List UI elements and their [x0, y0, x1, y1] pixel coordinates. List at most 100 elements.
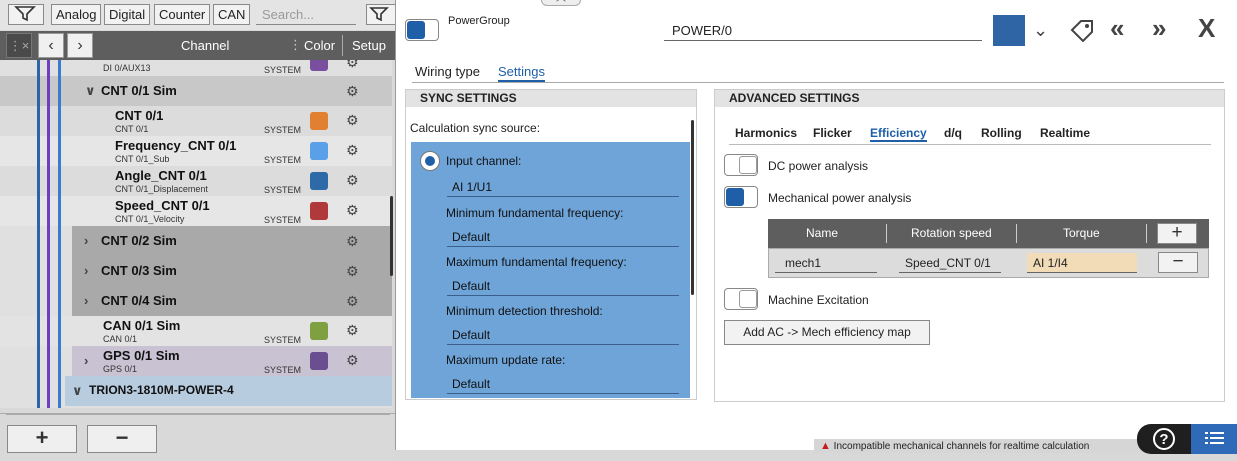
gear-icon[interactable]: ⚙ — [346, 112, 359, 129]
gear-icon[interactable]: ⚙ — [346, 83, 359, 100]
gear-icon[interactable]: ⚙ — [346, 352, 359, 369]
gear-icon[interactable]: ⚙ — [346, 60, 359, 71]
color-swatch[interactable] — [310, 60, 328, 71]
select-mode-button[interactable]: ⋮× — [6, 33, 32, 58]
remove-row-button[interactable]: − — [1158, 252, 1198, 273]
menu-button[interactable] — [1191, 424, 1237, 454]
gear-icon[interactable]: ⚙ — [346, 172, 359, 189]
filter-can-button[interactable]: CAN — [213, 4, 251, 25]
add-row-button[interactable]: + — [1157, 223, 1197, 244]
table-row[interactable]: mech1 Speed_CNT 0/1 AI 1/I4 − — [768, 248, 1209, 278]
group-name-field[interactable]: POWER/0 — [664, 23, 982, 41]
chevron-right-icon[interactable]: › — [84, 293, 88, 308]
dialog-drag-handle[interactable]: ︿ — [541, 0, 581, 6]
color-swatch[interactable] — [310, 202, 328, 220]
grid-header-name: Name — [806, 226, 839, 240]
minus-icon: − — [1172, 251, 1184, 272]
scrollbar[interactable] — [390, 196, 393, 276]
column-header-channel[interactable]: Channel — [181, 38, 229, 53]
toggle-knob — [739, 290, 757, 308]
channel-source: SYSTEM — [264, 185, 302, 195]
rotation-speed-field[interactable]: Speed_CNT 0/1 — [899, 255, 1001, 273]
mech-name-field[interactable]: mech1 — [775, 255, 877, 273]
add-channel-button[interactable]: + — [7, 425, 77, 453]
column-divider — [886, 224, 887, 243]
color-swatch[interactable] — [310, 322, 328, 340]
min-detection-field[interactable]: Default — [447, 328, 679, 345]
sync-settings-panel: SYNC SETTINGS Calculation sync source: I… — [405, 89, 697, 400]
color-swatch[interactable] — [310, 172, 328, 190]
group-color-swatch[interactable] — [993, 15, 1025, 46]
torque-field[interactable]: AI 1/I4 — [1027, 253, 1137, 273]
tab-realtime[interactable]: Realtime — [1040, 126, 1090, 140]
gear-icon[interactable]: ⚙ — [346, 263, 359, 280]
chevron-left-icon: ‹ — [48, 37, 54, 54]
nav-forward-button[interactable]: › — [67, 33, 93, 58]
tab-efficiency[interactable]: Efficiency — [870, 126, 927, 142]
color-swatch[interactable] — [310, 352, 328, 370]
filter-counter-button[interactable]: Counter — [154, 4, 211, 25]
help-button[interactable]: ? — [1137, 424, 1191, 454]
close-icon[interactable]: X — [1198, 13, 1215, 44]
search-input[interactable]: Search... — [256, 4, 356, 25]
gear-icon[interactable]: ⚙ — [346, 293, 359, 310]
chevron-down-icon[interactable]: ∨ — [85, 83, 96, 99]
channel-name: Speed_CNT 0/1 — [115, 198, 210, 213]
tab-settings[interactable]: Settings — [498, 64, 545, 82]
powergroup-toggle[interactable] — [405, 19, 439, 41]
dc-power-toggle[interactable] — [724, 154, 758, 176]
column-header-color[interactable]: Color — [304, 38, 335, 53]
section-heading: SYNC SETTINGS — [406, 90, 696, 107]
chevron-down-icon[interactable]: ⌄ — [1033, 20, 1048, 41]
machine-excitation-label: Machine Excitation — [768, 293, 869, 307]
tab-harmonics[interactable]: Harmonics — [735, 126, 797, 140]
color-swatch[interactable] — [310, 142, 328, 160]
tag-icon[interactable] — [1069, 18, 1095, 45]
tab-flicker[interactable]: Flicker — [813, 126, 852, 140]
list-item[interactable]: › GPS 0/1 Sim GPS 0/1 SYSTEM ⚙ — [72, 346, 392, 376]
max-freq-field[interactable]: Default — [447, 279, 679, 296]
input-channel-radio[interactable] — [420, 151, 440, 171]
channel-name: CNT 0/1 — [115, 108, 164, 123]
channel-name: CNT 0/1 Sim — [101, 83, 177, 98]
gear-icon[interactable]: ⚙ — [346, 233, 359, 250]
chevron-right-icon[interactable]: › — [84, 353, 88, 368]
filter-analog-button[interactable]: Analog — [51, 4, 102, 25]
filter-digital-button[interactable]: Digital — [104, 4, 151, 25]
channel-subname: CAN 0/1 — [103, 334, 138, 344]
sync-source-label: Calculation sync source: — [410, 121, 541, 135]
warning-bar: ▲ Incompatible mechanical channels for r… — [814, 439, 1144, 453]
tab-dq[interactable]: d/q — [944, 126, 962, 140]
previous-icon[interactable]: « — [1110, 13, 1124, 44]
add-efficiency-map-button[interactable]: Add AC -> Mech efficiency map — [724, 320, 930, 345]
channel-source: SYSTEM — [264, 365, 302, 375]
list-item-group[interactable]: › CNT 0/3 Sim ⚙ — [72, 256, 392, 286]
list-item-group[interactable]: ∨ TRION3-1810M-POWER-4 — [65, 376, 392, 406]
max-update-field[interactable]: Default — [447, 377, 679, 394]
nav-back-button[interactable]: ‹ — [38, 33, 64, 58]
chevron-down-icon[interactable]: ∨ — [72, 383, 83, 399]
chevron-right-icon[interactable]: › — [84, 233, 88, 248]
input-channel-field[interactable]: AI 1/U1 — [447, 180, 679, 197]
tab-rolling[interactable]: Rolling — [981, 126, 1022, 140]
column-menu-icon[interactable]: ⋮ — [289, 37, 302, 53]
mech-power-toggle[interactable] — [724, 186, 758, 208]
channel-name: GPS 0/1 Sim — [103, 348, 180, 363]
filter-clear-button[interactable] — [366, 4, 398, 25]
column-header-setup[interactable]: Setup — [352, 38, 386, 53]
tab-divider — [729, 144, 1211, 145]
next-icon[interactable]: » — [1152, 13, 1166, 44]
gear-icon[interactable]: ⚙ — [346, 322, 359, 339]
scrollbar[interactable] — [691, 120, 694, 295]
gear-icon[interactable]: ⚙ — [346, 142, 359, 159]
chevron-right-icon[interactable]: › — [84, 263, 88, 278]
tab-wiring-type[interactable]: Wiring type — [415, 64, 480, 79]
machine-excitation-toggle[interactable] — [724, 288, 758, 310]
list-item-group[interactable]: › CNT 0/2 Sim ⚙ — [72, 226, 392, 256]
min-freq-field[interactable]: Default — [447, 230, 679, 247]
color-swatch[interactable] — [310, 112, 328, 130]
gear-icon[interactable]: ⚙ — [346, 202, 359, 219]
filter-toggle-button[interactable] — [8, 4, 44, 25]
list-item-group[interactable]: › CNT 0/4 Sim ⚙ — [72, 286, 392, 316]
remove-channel-button[interactable]: − — [87, 425, 157, 453]
